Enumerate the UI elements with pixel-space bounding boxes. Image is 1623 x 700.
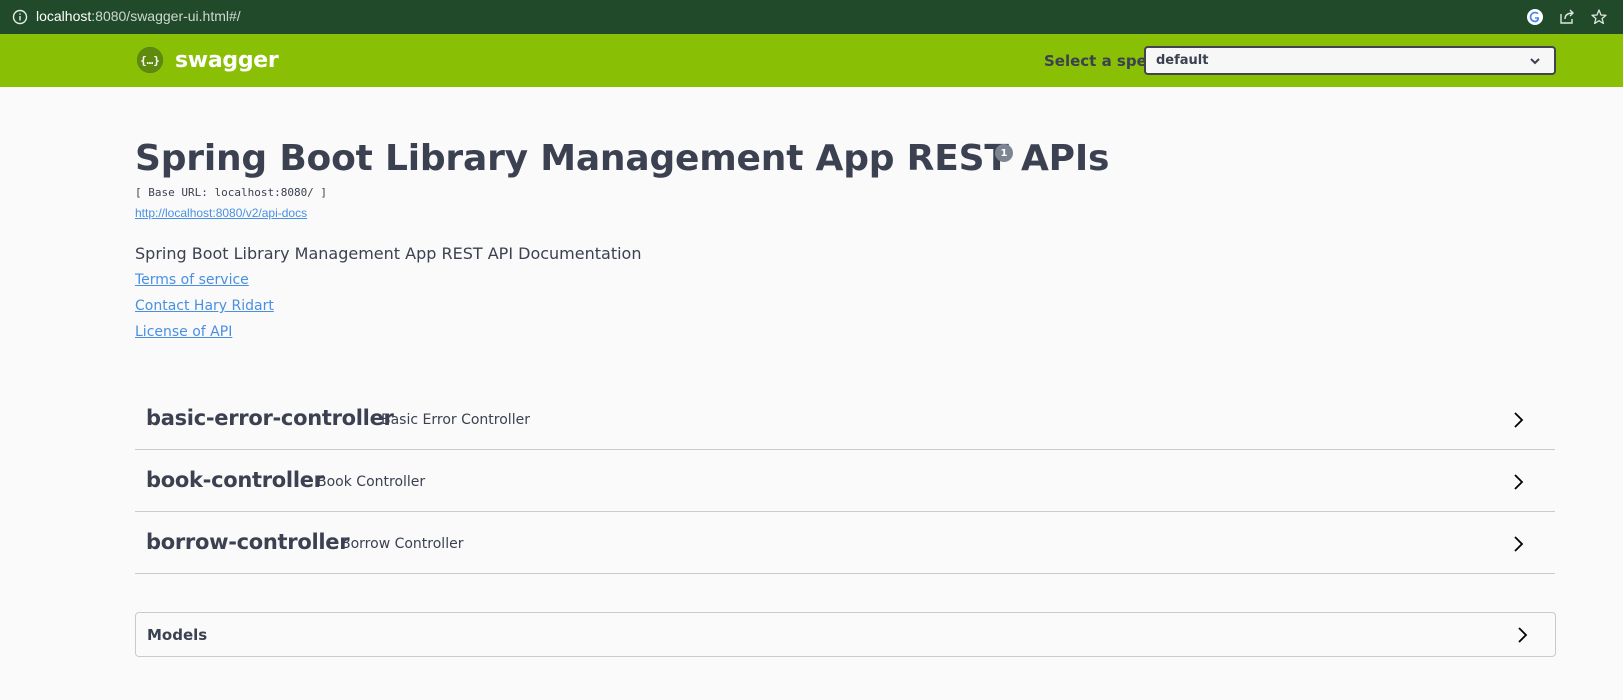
chevron-right-icon[interactable] bbox=[1509, 472, 1529, 492]
tag-book-controller[interactable]: book-controller Book Controller bbox=[135, 452, 1555, 512]
models-label: Models bbox=[147, 626, 208, 644]
info-icon[interactable] bbox=[12, 9, 28, 25]
browser-toolbar-icons bbox=[1525, 7, 1609, 27]
select-spec-label: Select a spec bbox=[1044, 52, 1156, 70]
spec-select-value: default bbox=[1156, 53, 1209, 68]
chevron-right-icon[interactable] bbox=[1509, 410, 1529, 430]
svg-text:{…}: {…} bbox=[140, 54, 160, 67]
contact-link[interactable]: Contact Hary Ridart bbox=[135, 298, 274, 314]
terms-of-service-link[interactable]: Terms of service bbox=[135, 272, 249, 288]
spec-select[interactable]: default bbox=[1144, 46, 1556, 75]
tag-borrow-controller[interactable]: borrow-controller Borrow Controller bbox=[135, 514, 1555, 574]
chevron-right-icon[interactable] bbox=[1513, 625, 1533, 645]
google-icon[interactable] bbox=[1525, 7, 1545, 27]
swagger-logo-icon[interactable]: {…} bbox=[136, 46, 164, 74]
url-host: localhost bbox=[36, 8, 92, 24]
version-badge: 1 bbox=[995, 144, 1013, 162]
tag-name: borrow-controller bbox=[146, 530, 350, 554]
api-description: Spring Boot Library Management App REST … bbox=[135, 244, 642, 263]
browser-address-bar: localhost:8080/swagger-ui.html#/ bbox=[0, 0, 1623, 34]
star-icon[interactable] bbox=[1589, 7, 1609, 27]
tag-name: book-controller bbox=[146, 468, 324, 492]
base-url: [ Base URL: localhost:8080/ ] bbox=[135, 186, 328, 199]
swagger-brand[interactable]: swagger bbox=[175, 48, 279, 73]
chevron-down-icon bbox=[1528, 54, 1542, 68]
tag-basic-error-controller[interactable]: basic-error-controller Basic Error Contr… bbox=[135, 390, 1555, 450]
tag-description: Borrow Controller bbox=[341, 536, 464, 552]
tag-description: Basic Error Controller bbox=[381, 412, 530, 428]
page-title: Spring Boot Library Management App REST … bbox=[135, 138, 1110, 179]
address-bar-url[interactable]: localhost:8080/swagger-ui.html#/ bbox=[36, 8, 241, 24]
chevron-right-icon[interactable] bbox=[1509, 534, 1529, 554]
api-docs-link[interactable]: http://localhost:8080/v2/api-docs bbox=[135, 206, 307, 220]
tag-name: basic-error-controller bbox=[146, 406, 394, 430]
license-link[interactable]: License of API bbox=[135, 324, 232, 340]
url-path: :8080/swagger-ui.html#/ bbox=[91, 8, 241, 24]
share-icon[interactable] bbox=[1557, 7, 1577, 27]
models-section[interactable]: Models bbox=[135, 612, 1556, 657]
tag-description: Book Controller bbox=[317, 474, 426, 490]
